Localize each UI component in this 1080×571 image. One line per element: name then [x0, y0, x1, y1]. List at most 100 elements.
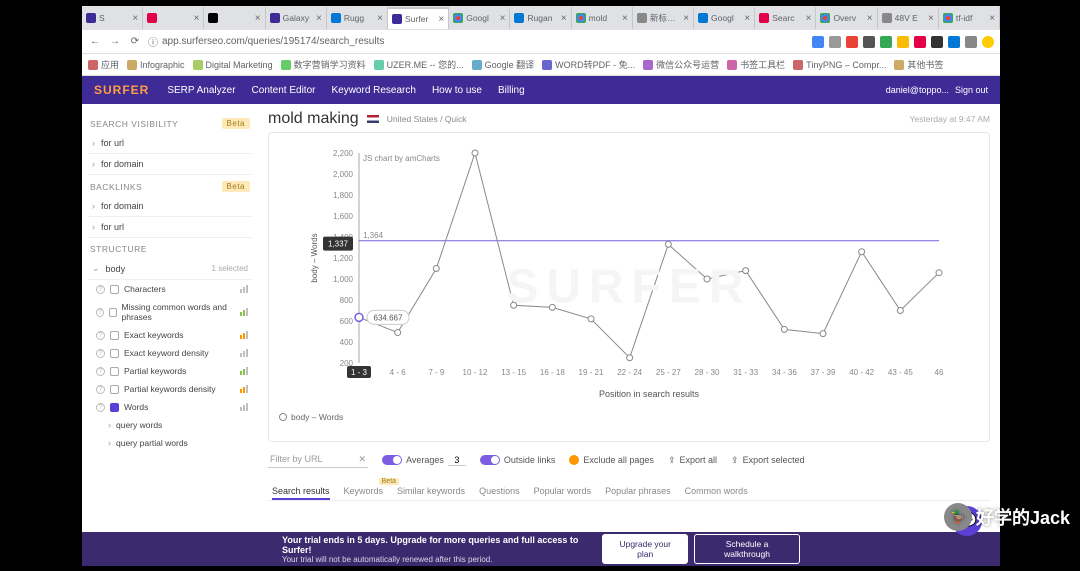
close-icon[interactable]: ×	[316, 13, 322, 24]
sidebar-item[interactable]: ›for domain	[88, 154, 252, 175]
export-selected[interactable]: ⇪ Export selected	[731, 455, 805, 466]
outside-links-toggle[interactable]: Outside links	[480, 455, 556, 465]
result-tab[interactable]: Popular phrases	[605, 484, 671, 500]
clear-icon[interactable]: ✕	[358, 454, 366, 465]
close-icon[interactable]: ×	[255, 13, 261, 24]
bookmark-item[interactable]: 微信公众号运营	[643, 58, 719, 71]
bookmark-item[interactable]: Digital Marketing	[193, 60, 273, 70]
browser-tab[interactable]: Overv×	[816, 7, 877, 29]
ext-icon[interactable]	[948, 36, 960, 48]
info-icon[interactable]: ?	[96, 385, 105, 394]
nav-link[interactable]: Billing	[498, 85, 525, 96]
browser-tab[interactable]: 新标签页×	[633, 7, 694, 29]
bookmark-item[interactable]: WORD转PDF - 免...	[542, 58, 635, 71]
browser-tab[interactable]: S×	[82, 7, 143, 29]
ext-icon[interactable]	[863, 36, 875, 48]
sidebar-sub-item[interactable]: ?Missing common words and phrases	[88, 298, 252, 326]
schedule-button[interactable]: Schedule a walkthrough	[694, 534, 800, 564]
browser-tab[interactable]: Rugan×	[510, 7, 571, 29]
info-icon[interactable]: ?	[96, 331, 105, 340]
bookmark-item[interactable]: Google 翻译	[472, 58, 535, 71]
ext-icon[interactable]	[846, 36, 858, 48]
browser-tab[interactable]: Rugg×	[327, 7, 388, 29]
close-icon[interactable]: ×	[377, 13, 383, 24]
sidebar-sub-item[interactable]: ›query partial words	[88, 434, 252, 452]
sidebar-item[interactable]: ›for domain	[88, 196, 252, 217]
checkbox[interactable]	[110, 349, 119, 358]
sidebar-sub-item[interactable]: ?Words	[88, 398, 252, 416]
checkbox[interactable]	[110, 385, 119, 394]
close-icon[interactable]: ×	[867, 13, 873, 24]
browser-tab[interactable]: Googl×	[449, 7, 510, 29]
info-icon[interactable]: ?	[96, 349, 105, 358]
close-icon[interactable]: ×	[500, 13, 506, 24]
sidebar-sub-item[interactable]: ?Partial keywords density	[88, 380, 252, 398]
sidebar-sub-item[interactable]: ?Partial keywords	[88, 362, 252, 380]
close-icon[interactable]: ×	[438, 14, 444, 25]
url-field[interactable]: ⓘ app.surferseo.com/queries/195174/searc…	[148, 34, 806, 49]
sidebar-item[interactable]: ›for url	[88, 217, 252, 238]
sidebar-item-body[interactable]: ⌄body1 selected	[88, 258, 252, 280]
browser-tab[interactable]: Surfer×	[388, 7, 449, 29]
bookmark-item[interactable]: Infographic	[127, 60, 185, 70]
result-tab[interactable]: Similar keywords	[397, 484, 465, 500]
browser-tab[interactable]: Googl×	[694, 7, 755, 29]
line-chart[interactable]: 2004006008001,0001,2001,4001,6001,8002,0…	[279, 143, 979, 403]
back-button[interactable]: ←	[88, 35, 102, 49]
exclude-pages[interactable]: Exclude all pages	[569, 455, 654, 465]
averages-toggle[interactable]: Averages	[382, 455, 466, 466]
ext-icon[interactable]	[931, 36, 943, 48]
browser-tab[interactable]: 48V E×	[878, 7, 939, 29]
close-icon[interactable]: ×	[989, 13, 995, 24]
result-tab[interactable]: Common words	[685, 484, 748, 500]
info-icon[interactable]: ?	[96, 367, 105, 376]
nav-link[interactable]: SERP Analyzer	[167, 85, 235, 96]
bookmark-item[interactable]: TinyPNG – Compr...	[793, 60, 886, 70]
url-filter-input[interactable]: Filter by URL ✕	[268, 452, 368, 468]
result-tab[interactable]: KeywordsBeta	[344, 484, 384, 500]
result-tab[interactable]: Search results	[272, 484, 330, 500]
avatar[interactable]	[982, 36, 994, 48]
sidebar-sub-item[interactable]: ›query words	[88, 416, 252, 434]
browser-tab[interactable]: mold×	[572, 7, 633, 29]
ext-icon[interactable]	[812, 36, 824, 48]
checkbox[interactable]	[110, 403, 119, 412]
bookmark-item[interactable]: UZER.ME -- 您的...	[374, 58, 464, 71]
close-icon[interactable]: ×	[928, 13, 934, 24]
ext-icon[interactable]	[880, 36, 892, 48]
nav-link[interactable]: Content Editor	[252, 85, 316, 96]
sidebar-sub-item[interactable]: ?Exact keyword density	[88, 344, 252, 362]
sidebar-sub-item[interactable]: ?Characters	[88, 280, 252, 298]
result-tab[interactable]: Questions	[479, 484, 520, 500]
checkbox[interactable]	[109, 308, 117, 317]
checkbox[interactable]	[110, 367, 119, 376]
close-icon[interactable]: ×	[806, 13, 812, 24]
browser-tab[interactable]: tf-idf×	[939, 7, 1000, 29]
nav-link[interactable]: Keyword Research	[331, 85, 415, 96]
bookmark-item[interactable]: 其他书签	[894, 58, 943, 71]
checkbox[interactable]	[110, 285, 119, 294]
info-icon[interactable]: ?	[96, 403, 105, 412]
close-icon[interactable]: ×	[622, 13, 628, 24]
browser-tab[interactable]: ×	[204, 7, 265, 29]
bookmark-item[interactable]: 书签工具栏	[727, 58, 785, 71]
close-icon[interactable]: ×	[744, 13, 750, 24]
close-icon[interactable]: ×	[194, 13, 200, 24]
bookmark-item[interactable]: 应用	[88, 58, 119, 71]
export-all[interactable]: ⇪ Export all	[668, 455, 717, 466]
browser-tab[interactable]: ×	[143, 7, 204, 29]
upgrade-button[interactable]: Upgrade your plan	[602, 534, 688, 564]
nav-link[interactable]: How to use	[432, 85, 482, 96]
ext-icon[interactable]	[965, 36, 977, 48]
averages-input[interactable]	[448, 455, 466, 466]
forward-button[interactable]: →	[108, 35, 122, 49]
logo[interactable]: SURFER	[94, 83, 149, 97]
checkbox[interactable]	[110, 331, 119, 340]
site-info-icon[interactable]: ⓘ	[148, 34, 158, 49]
ext-icon[interactable]	[829, 36, 841, 48]
info-icon[interactable]: ?	[96, 285, 105, 294]
ext-icon[interactable]	[914, 36, 926, 48]
result-tab[interactable]: Popular words	[534, 484, 592, 500]
bookmark-item[interactable]: 数字营销学习资料	[281, 58, 366, 71]
sidebar-sub-item[interactable]: ?Exact keywords	[88, 326, 252, 344]
